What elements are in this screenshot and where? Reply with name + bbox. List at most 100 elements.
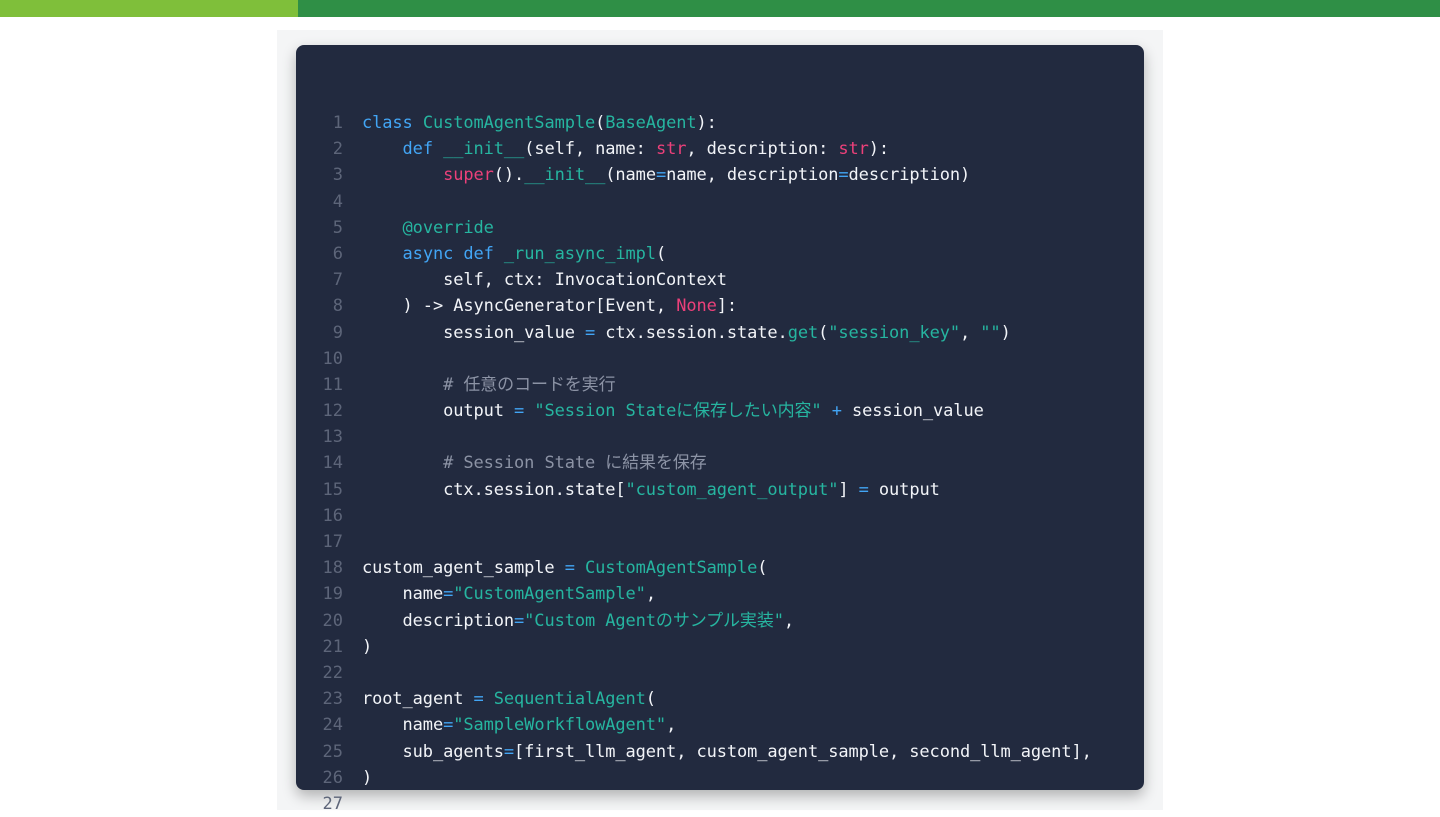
code-token-comment: # Session State に結果を保存 [443,453,707,474]
code-token-keyword: def [463,243,494,264]
code-token-keyword: def [402,139,434,160]
line-code: ) -> AsyncGenerator[Event, None]: [362,293,738,319]
code-token-plain: , [960,322,981,343]
code-token-plain: [first_llm_agent, custom_agent_sample, s… [514,741,1092,762]
line-number: 14 [322,453,343,474]
line-number: 4 [332,191,343,212]
line-number: 25 [322,741,343,762]
code-token-operator: = [564,558,575,579]
line-number: 22 [322,662,343,683]
code-token-class: CustomAgentSample [422,113,596,133]
code-line: 14 # Session State に結果を保存 [296,450,1144,476]
code-token-plain: description) [848,165,971,186]
line-number: 5 [332,217,343,238]
code-token-plain: name [362,584,444,605]
code-line: 25 sub_agents=[first_llm_agent, custom_a… [296,739,1144,765]
line-number: 12 [322,401,343,422]
code-token-plain: name, description [666,165,839,186]
code-line: 11 # 任意のコードを実行 [296,372,1144,398]
line-code: root_agent = SequentialAgent( [362,686,656,712]
code-token-plain: ): [868,139,890,160]
code-token-plain: root_agent [362,689,474,710]
code-token-plain: , [666,715,677,736]
code-line: 24 name="SampleWorkflowAgent", [296,712,1144,738]
line-code: description="Custom Agentのサンプル実装", [362,608,795,634]
code-token-string: "" [980,322,1001,343]
line-number: 1 [332,113,343,133]
code-token-plain: session_value [841,401,984,422]
code-token-operator: = [838,165,849,186]
code-token-keyword: class [362,113,413,133]
code-line: 20 description="Custom Agentのサンプル実装", [296,608,1144,634]
code-token-plain: ): [696,113,717,133]
code-token-class: SequentialAgent [493,689,646,710]
code-token-decorator: @override [402,217,494,238]
line-number: 15 [322,479,343,500]
code-line: 8 ) -> AsyncGenerator[Event, None]: [296,293,1144,319]
code-token-operator: = [503,741,515,762]
code-line: 5 @override [296,215,1144,241]
code-line: 21) [296,634,1144,660]
code-token-plain: ) [362,636,373,657]
top-accent-bar [0,0,1440,17]
line-number: 18 [322,558,343,579]
line-number: 10 [322,348,343,369]
line-number: 16 [322,505,343,526]
line-number: 11 [322,374,343,395]
code-token-plain: ( [595,113,606,133]
code-block: 1 class CustomAgentSample(BaseAgent): 2 de… [296,45,1144,814]
line-number: 19 [322,584,343,605]
line-number: 13 [322,427,343,448]
code-line: 10 [296,346,1144,372]
top-accent-bar-dark [298,0,1440,17]
line-number: 27 [322,793,343,814]
code-token-builtin: None [676,296,717,317]
code-token-plain: custom_agent_sample [362,558,565,579]
code-line: 16 [296,503,1144,529]
code-token-func: get [787,322,819,343]
code-line: 19 name="CustomAgentSample", [296,581,1144,607]
line-code: name="CustomAgentSample", [362,581,657,607]
code-token-class: CustomAgentSample [584,558,758,579]
code-token-plain: self, ctx: InvocationContext [362,270,727,291]
code-line: 13 [296,424,1144,450]
line-number: 6 [332,243,343,264]
code-token-plain: ] [838,479,859,500]
code-token-string: "CustomAgentSample" [453,584,646,605]
code-token-string: "Session Stateに保存したい内容" [534,401,822,422]
code-line: 26) [296,765,1144,791]
line-code: class CustomAgentSample(BaseAgent): [362,110,717,136]
line-code: ctx.session.state["custom_agent_output"]… [362,477,940,503]
code-token-operator: = [514,401,525,422]
code-line: 17 [296,529,1144,555]
code-token-plain: ( [818,322,829,343]
code-token-plain: name [362,715,444,736]
line-number: 17 [322,532,343,552]
code-token-plain: , [645,584,656,605]
code-token-comment: # 任意のコードを実行 [443,374,616,395]
line-code: name="SampleWorkflowAgent", [362,712,677,738]
code-token-plain: ) -> AsyncGenerator[Event, [362,296,677,317]
code-token-plain: output [868,479,940,500]
line-number: 21 [322,636,343,657]
code-token-operator: = [584,322,596,343]
code-token-operator: = [858,479,869,500]
code-token-func: __init__ [443,139,525,160]
line-code: async def _run_async_impl( [362,241,667,267]
code-line: 3 super().__init__(name=name, descriptio… [296,162,1144,188]
line-code: custom_agent_sample = CustomAgentSample( [362,555,768,581]
code-token-operator: = [443,584,454,605]
code-token-plain: sub_agents [362,741,504,762]
code-token-class: BaseAgent [605,113,697,133]
code-token-string: "Custom Agentのサンプル実装" [524,610,784,631]
code-token-operator: + [831,401,842,422]
code-line: 4 [296,189,1144,215]
